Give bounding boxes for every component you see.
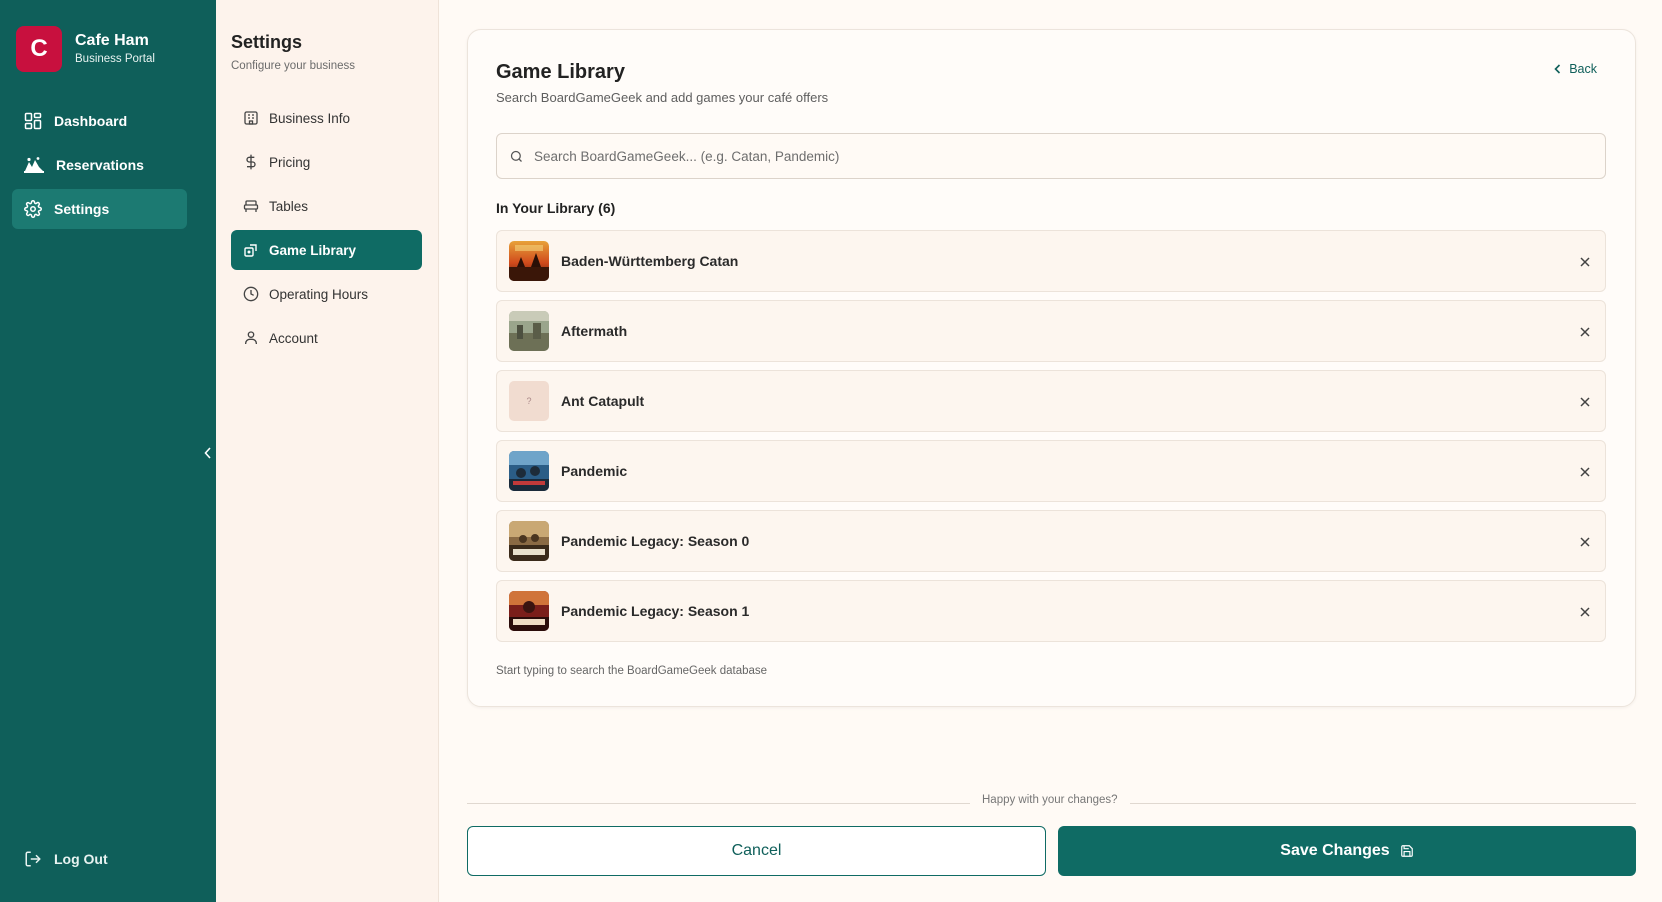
footer-prompt: Happy with your changes? xyxy=(970,794,1130,806)
settings-sidebar: Settings Configure your business Busines… xyxy=(216,0,439,902)
chevron-left-icon xyxy=(1554,64,1561,74)
nav-item-reservations[interactable]: Reservations xyxy=(12,145,187,185)
table-icon xyxy=(243,200,259,212)
remove-game-button[interactable] xyxy=(1577,324,1593,340)
page-title: Game Library xyxy=(496,61,625,83)
nav-item-label: Dashboard xyxy=(54,113,128,129)
remove-game-button[interactable] xyxy=(1577,254,1593,270)
game-list: Baden-Württemberg Catan Aftermath ? Ant … xyxy=(496,230,1606,650)
settings-title: Settings xyxy=(231,32,303,52)
main-sidebar: C Cafe Ham Business Portal Dashboard Res… xyxy=(0,0,200,902)
page-subtitle: Search BoardGameGeek and add games your … xyxy=(496,90,829,105)
close-icon xyxy=(1580,537,1590,547)
cancel-button[interactable]: Cancel xyxy=(467,826,1046,876)
settings-item-tables[interactable]: Tables xyxy=(231,186,422,226)
game-thumbnail xyxy=(509,451,549,491)
reservations-icon xyxy=(24,157,44,173)
library-heading: In Your Library (6) xyxy=(496,200,616,216)
close-icon xyxy=(1580,327,1590,337)
collapse-sidebar-button[interactable] xyxy=(200,440,216,466)
brand-name: Cafe Ham xyxy=(75,32,149,49)
main-nav: Dashboard Reservations Settings xyxy=(12,101,187,233)
brand: C Cafe Ham Business Portal xyxy=(16,26,155,72)
settings-item-game-library[interactable]: Game Library xyxy=(231,230,422,270)
gear-icon xyxy=(24,200,42,218)
game-thumbnail xyxy=(509,311,549,351)
close-icon xyxy=(1580,257,1590,267)
game-thumbnail-placeholder: ? xyxy=(509,381,549,421)
dollar-icon xyxy=(246,154,256,170)
remove-game-button[interactable] xyxy=(1577,394,1593,410)
settings-item-account[interactable]: Account xyxy=(231,318,422,358)
logout-icon xyxy=(25,851,41,867)
game-name: Aftermath xyxy=(561,323,628,339)
close-icon xyxy=(1580,607,1590,617)
game-thumbnail xyxy=(509,591,549,631)
game-row: ? Ant Catapult xyxy=(496,370,1606,432)
close-icon xyxy=(1580,467,1590,477)
game-row: Aftermath xyxy=(496,300,1606,362)
user-icon xyxy=(245,331,257,344)
search-box[interactable] xyxy=(496,133,1606,179)
clock-icon xyxy=(243,286,259,302)
nav-item-label: Settings xyxy=(54,201,110,217)
building-icon xyxy=(244,111,258,125)
close-icon xyxy=(1580,397,1590,407)
game-name: Baden-Württemberg Catan xyxy=(561,253,739,269)
settings-subtitle: Configure your business xyxy=(231,60,356,72)
settings-item-business-info[interactable]: Business Info xyxy=(231,98,422,138)
search-hint: Start typing to search the BoardGameGeek… xyxy=(496,665,768,677)
game-row: Baden-Württemberg Catan xyxy=(496,230,1606,292)
settings-item-pricing[interactable]: Pricing xyxy=(231,142,422,182)
back-button[interactable]: Back xyxy=(1554,62,1597,76)
game-name: Pandemic xyxy=(561,463,628,479)
save-changes-button[interactable]: Save Changes xyxy=(1058,826,1636,876)
remove-game-button[interactable] xyxy=(1577,604,1593,620)
game-thumbnail xyxy=(509,521,549,561)
logout-button[interactable]: Log Out xyxy=(24,850,108,868)
save-icon xyxy=(1400,845,1413,857)
game-name: Pandemic Legacy: Season 1 xyxy=(561,603,750,619)
game-thumbnail xyxy=(509,241,549,281)
game-row: Pandemic xyxy=(496,440,1606,502)
game-name: Ant Catapult xyxy=(561,393,645,409)
game-row: Pandemic Legacy: Season 0 xyxy=(496,510,1606,572)
remove-game-button[interactable] xyxy=(1577,464,1593,480)
nav-item-settings[interactable]: Settings xyxy=(12,189,187,229)
settings-nav: Business Info Pricing Tables Game Librar… xyxy=(231,98,422,362)
game-row: Pandemic Legacy: Season 1 xyxy=(496,580,1606,642)
brand-subtitle: Business Portal xyxy=(75,53,155,65)
search-icon xyxy=(510,150,522,162)
search-input[interactable] xyxy=(534,148,1584,164)
chevron-left-icon xyxy=(204,447,211,459)
remove-game-button[interactable] xyxy=(1577,534,1593,550)
nav-item-dashboard[interactable]: Dashboard xyxy=(12,101,187,141)
game-icon xyxy=(244,244,257,257)
brand-logo: C xyxy=(16,26,62,72)
game-library-card: Game Library Search BoardGameGeek and ad… xyxy=(467,29,1636,707)
dashboard-icon xyxy=(24,112,42,130)
settings-item-operating-hours[interactable]: Operating Hours xyxy=(231,274,422,314)
nav-item-label: Reservations xyxy=(56,157,144,173)
game-name: Pandemic Legacy: Season 0 xyxy=(561,533,750,549)
